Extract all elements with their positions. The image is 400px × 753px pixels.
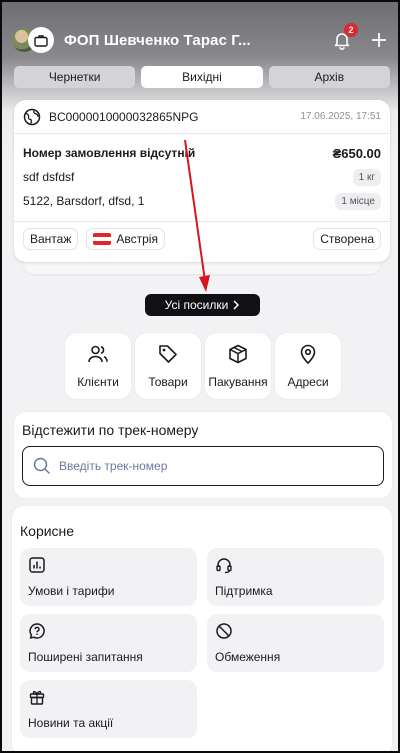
users-icon xyxy=(88,345,108,363)
action-label: Товари xyxy=(148,375,188,389)
country-chip: Австрія xyxy=(86,227,165,250)
status-label: Створена xyxy=(320,231,374,246)
prohibited-icon xyxy=(216,623,232,639)
tile-label: Підтримка xyxy=(215,584,273,598)
action-label: Адреси xyxy=(287,375,329,389)
support-tile[interactable]: Підтримка xyxy=(207,548,384,606)
question-bubble-icon xyxy=(29,623,45,639)
cargo-type-label: Вантаж xyxy=(30,231,72,246)
notification-count-badge: 2 xyxy=(344,23,358,37)
briefcase-icon xyxy=(28,27,54,53)
all-parcels-button[interactable]: Усі посилки xyxy=(145,294,260,316)
weight-badge: 1 кг xyxy=(352,168,381,186)
account-switcher[interactable] xyxy=(12,25,54,55)
headset-icon xyxy=(216,558,232,574)
company-name[interactable]: ФОП Шевченко Тарас Г... xyxy=(64,32,330,49)
shipment-card[interactable]: BC0000010000032865NPG 17.06.2025, 17:51 … xyxy=(14,100,390,262)
action-label: Клієнти xyxy=(77,375,119,389)
tracking-title: Відстежити по трек-номеру xyxy=(22,422,199,438)
app-screen: ФОП Шевченко Тарас Г... 2 Чернетки Вихід… xyxy=(0,0,400,753)
map-pin-icon xyxy=(300,344,316,365)
goods-button[interactable]: Товари xyxy=(135,333,201,399)
addresses-button[interactable]: Адреси xyxy=(275,333,341,399)
chart-icon xyxy=(29,557,45,573)
all-parcels-label: Усі посилки xyxy=(164,298,229,312)
places-badge: 1 місце xyxy=(335,192,381,210)
tab-outgoing[interactable]: Вихідні xyxy=(141,66,263,88)
box-icon xyxy=(229,344,247,364)
terms-and-tariffs-tile[interactable]: Умови і тарифи xyxy=(20,548,197,606)
country-label: Австрія xyxy=(116,231,158,246)
news-and-promos-tile[interactable]: Новини та акції xyxy=(20,680,197,738)
shipment-address: 5122, Barsdorf, dfsd, 1 xyxy=(23,194,145,208)
faq-tile[interactable]: Поширені запитання xyxy=(20,614,197,672)
tracking-input-box[interactable] xyxy=(22,446,384,486)
tile-label: Поширені запитання xyxy=(28,650,143,664)
tracking-section: Відстежити по трек-номеру xyxy=(14,412,392,498)
tile-label: Умови і тарифи xyxy=(28,584,115,598)
clients-button[interactable]: Клієнти xyxy=(65,333,131,399)
cargo-type-chip: Вантаж xyxy=(23,227,79,250)
austria-flag-icon xyxy=(93,232,112,245)
restrictions-tile[interactable]: Обмеження xyxy=(207,614,384,672)
top-header: ФОП Шевченко Тарас Г... 2 xyxy=(12,23,388,56)
tracking-number-input[interactable] xyxy=(59,459,373,473)
quick-actions: Клієнти Товари Пакування Адреси xyxy=(65,333,341,399)
tracking-number: BC0000010000032865NPG xyxy=(49,109,199,124)
tab-drafts[interactable]: Чернетки xyxy=(14,66,136,88)
shipment-price: ₴650.00 xyxy=(332,145,381,161)
packaging-button[interactable]: Пакування xyxy=(205,333,271,399)
useful-section: Корисне Умови і тарифи Підтримка Поширен… xyxy=(12,506,392,751)
useful-title: Корисне xyxy=(20,523,75,539)
gift-icon xyxy=(29,690,45,705)
action-label: Пакування xyxy=(208,375,268,389)
plus-icon[interactable] xyxy=(370,31,388,49)
order-title: Номер замовлення відсутній xyxy=(23,146,196,160)
search-icon xyxy=(33,457,51,475)
tab-archive[interactable]: Архів xyxy=(268,66,390,88)
notifications-button[interactable]: 2 xyxy=(330,23,358,52)
shipment-description: sdf dsfdsf xyxy=(23,170,75,184)
shipment-date: 17.06.2025, 17:51 xyxy=(300,111,381,122)
tag-icon xyxy=(159,345,177,363)
tile-label: Новини та акції xyxy=(28,716,114,730)
status-badge: Створена xyxy=(313,227,381,250)
tile-label: Обмеження xyxy=(215,650,281,664)
shipment-tabs: Чернетки Вихідні Архів xyxy=(14,66,390,88)
globe-icon xyxy=(23,108,41,125)
chevron-right-icon xyxy=(233,300,240,310)
